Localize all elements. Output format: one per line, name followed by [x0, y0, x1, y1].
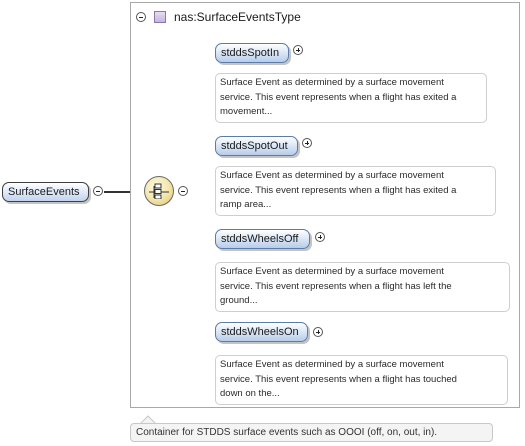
element-annotation-2: Surface Event as determined by a surface… — [215, 166, 496, 216]
element-label: stddsWheelsOn — [221, 326, 299, 338]
root-element[interactable]: SurfaceEvents — [2, 182, 89, 202]
collapse-icon[interactable] — [178, 186, 188, 196]
annotation-line: ground... — [220, 295, 258, 306]
element-box-2[interactable]: stddsSpotOut — [215, 136, 298, 156]
root-annotation: Container for STDDS surface events such … — [130, 423, 493, 442]
annotation-line: service. This event represents when a fl… — [220, 91, 457, 103]
annotation-line: ramp area... — [220, 199, 272, 210]
type-header: nas:SurfaceEventsType — [136, 9, 301, 25]
expand-icon[interactable] — [293, 45, 303, 55]
element-annotation-1: Surface Event as determined by a surface… — [215, 73, 487, 123]
expand-icon[interactable] — [302, 138, 312, 148]
element-box-1[interactable]: stddsSpotIn — [215, 43, 289, 63]
annotation-line: movement... — [220, 106, 273, 117]
annotation-line: Surface Event as determined by a surface… — [220, 170, 444, 181]
collapse-icon[interactable] — [136, 12, 146, 22]
annotation-line: Surface Event as determined by a surface… — [220, 77, 444, 88]
type-title: nas:SurfaceEventsType — [174, 10, 301, 24]
element-annotation-3: Surface Event as determined by a surface… — [215, 262, 510, 312]
element-label: stddsSpotIn — [221, 47, 280, 59]
annotation-line: Surface Event as determined by a surface… — [220, 266, 444, 277]
element-box-4[interactable]: stddsWheelsOn — [215, 322, 308, 342]
annotation-line: Surface Event as determined by a surface… — [220, 359, 444, 370]
annotation-line: service. This event represents when a fl… — [220, 184, 457, 196]
complex-type-icon — [154, 11, 166, 23]
sequence-icon — [149, 183, 169, 199]
element-box-3[interactable]: stddsWheelsOff — [215, 229, 310, 249]
expand-icon[interactable] — [315, 232, 325, 242]
element-label: stddsSpotOut — [221, 140, 288, 152]
annotation-line: down on the... — [220, 388, 280, 399]
annotation-line: service. This event represents when a fl… — [220, 280, 452, 292]
collapse-icon[interactable] — [93, 186, 103, 196]
root-element-label: SurfaceEvents — [8, 186, 80, 198]
expand-icon[interactable] — [313, 327, 323, 337]
element-label: stddsWheelsOff — [221, 233, 299, 245]
sequence-compositor[interactable] — [144, 176, 174, 206]
element-annotation-4: Surface Event as determined by a surface… — [215, 355, 508, 405]
annotation-line: service. This event represents when a fl… — [220, 373, 457, 385]
